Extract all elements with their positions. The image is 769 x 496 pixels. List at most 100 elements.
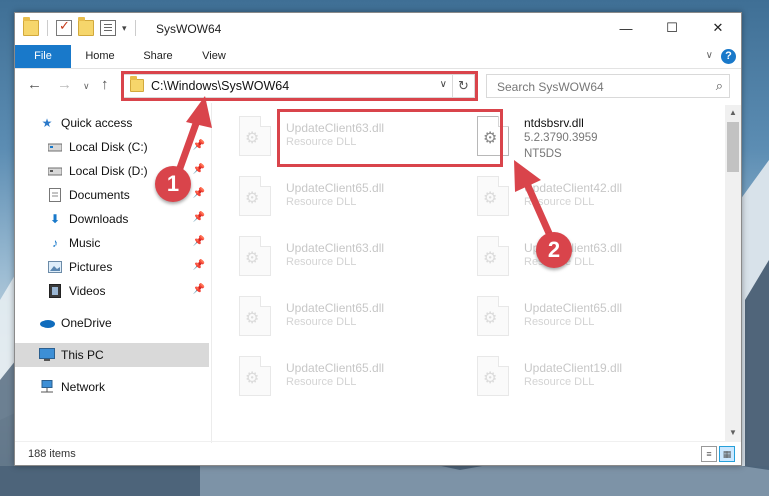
file-type: Resource DLL	[286, 196, 357, 208]
qat-divider	[47, 20, 48, 36]
quick-access-toolbar: ▾	[23, 17, 138, 36]
file-company: NT5DS	[524, 148, 562, 160]
sidebar-item-label: This PC	[61, 348, 104, 362]
drive-icon	[47, 139, 63, 155]
dll-file-icon: ⚙	[239, 176, 271, 216]
file-name: UpdateClient65.dll	[286, 181, 385, 195]
list-item[interactable]: ⚙ UpdateClient42.dll Resource DLL	[452, 171, 682, 221]
up-button[interactable]: ↑	[101, 76, 109, 93]
pin-icon[interactable]: 📌	[193, 236, 205, 247]
sidebar-item-label: Music	[69, 236, 101, 250]
tab-view[interactable]: View	[191, 45, 237, 68]
pin-icon[interactable]: 📌	[193, 284, 205, 295]
expand-ribbon-chevron-icon[interactable]: ∨	[706, 50, 713, 61]
file-type: Resource DLL	[524, 376, 595, 388]
tab-share[interactable]: Share	[135, 45, 181, 68]
pin-icon[interactable]: 📌	[193, 164, 205, 175]
pictures-icon	[47, 259, 63, 275]
item-count: 188 items	[28, 448, 76, 460]
file-version: 5.2.3790.3959	[524, 132, 598, 144]
close-button[interactable]: ✕	[695, 13, 741, 43]
file-type: Resource DLL	[524, 196, 595, 208]
dll-file-icon: ⚙	[477, 176, 509, 216]
minimize-button[interactable]: —	[603, 13, 649, 43]
vertical-scrollbar[interactable]: ▲ ▼	[725, 105, 741, 441]
tiles-view-icon[interactable]: ▦	[719, 446, 735, 462]
sidebar-item-local-disk-c[interactable]: Local Disk (C:) 📌	[15, 135, 209, 159]
tab-home[interactable]: Home	[77, 45, 123, 68]
search-input[interactable]: Search SysWOW64 ⌕	[486, 74, 730, 98]
file-highlight	[277, 109, 503, 167]
recent-locations-chevron-icon[interactable]: ∨	[83, 81, 90, 92]
sidebar-item-videos[interactable]: Videos 📌	[15, 279, 209, 303]
navigation-bar: ← → ∨ ↑ C:\Windows\SysWOW64 ∨ ↻ Search S…	[15, 70, 741, 102]
scroll-up-arrow-icon[interactable]: ▲	[725, 105, 741, 121]
properties-check-icon[interactable]	[56, 18, 72, 36]
sidebar-item-label: Documents	[69, 188, 130, 202]
callout-badge-1: 1	[155, 166, 191, 202]
address-bar-highlight	[121, 71, 478, 101]
sidebar-item-music[interactable]: ♪ Music 📌	[15, 231, 209, 255]
sidebar-item-label: Pictures	[69, 260, 113, 274]
customize-qat-chevron-icon[interactable]: ▾	[122, 23, 127, 34]
callout-badge-2: 2	[536, 232, 572, 268]
file-type: Resource DLL	[286, 376, 357, 388]
pin-icon[interactable]: 📌	[193, 260, 205, 271]
list-item[interactable]: ⚙ UpdateClient65.dll Resource DLL	[214, 351, 444, 401]
file-name: UpdateClient42.dll	[524, 181, 623, 195]
new-folder-icon[interactable]	[78, 17, 94, 36]
scrollbar-thumb[interactable]	[727, 122, 739, 172]
dll-file-icon: ⚙	[239, 116, 271, 156]
details-view-icon[interactable]: ≡	[701, 446, 717, 462]
file-name: UpdateClient65.dll	[524, 301, 623, 315]
properties-icon[interactable]	[100, 20, 116, 36]
file-name: UpdateClient65.dll	[286, 301, 385, 315]
maximize-button[interactable]: ☐	[649, 13, 695, 43]
title-bar: ▾ SysWOW64 — ☐ ✕	[15, 13, 741, 45]
sidebar-item-pictures[interactable]: Pictures 📌	[15, 255, 209, 279]
list-item[interactable]: ⚙ UpdateClient19.dll Resource DLL	[452, 351, 682, 401]
back-button[interactable]: ←	[27, 76, 42, 93]
file-type: Resource DLL	[286, 316, 357, 328]
dll-file-icon: ⚙	[239, 296, 271, 336]
file-name: ntdsbsrv.dll	[524, 116, 584, 130]
search-placeholder: Search SysWOW64	[497, 80, 604, 94]
list-item[interactable]: ⚙ UpdateClient65.dll Resource DLL	[452, 291, 682, 341]
pin-icon[interactable]: 📌	[193, 188, 205, 199]
sidebar-item-onedrive[interactable]: OneDrive	[15, 311, 209, 335]
window-title: SysWOW64	[156, 22, 222, 36]
ribbon-tabs: File Home Share View ∨ ?	[15, 45, 741, 69]
dll-file-icon: ⚙	[239, 236, 271, 276]
list-item[interactable]: ⚙ UpdateClient63.dll Resource DLL	[214, 231, 444, 281]
dll-file-icon: ⚙	[239, 356, 271, 396]
forward-button[interactable]: →	[57, 76, 72, 93]
list-item[interactable]: ⚙ UpdateClient65.dll Resource DLL	[214, 171, 444, 221]
dll-file-icon: ⚙	[477, 296, 509, 336]
help-icon[interactable]: ?	[721, 49, 736, 64]
pin-icon[interactable]: 📌	[193, 140, 205, 151]
sidebar-item-this-pc[interactable]: This PC	[15, 343, 209, 367]
documents-icon	[47, 187, 63, 203]
network-icon	[39, 379, 55, 395]
videos-icon	[47, 283, 63, 299]
file-name: UpdateClient65.dll	[286, 361, 385, 375]
folder-icon	[23, 17, 39, 36]
sidebar-item-network[interactable]: Network	[15, 375, 209, 399]
music-icon: ♪	[52, 236, 58, 250]
file-type: Resource DLL	[524, 316, 595, 328]
file-name: UpdateClient19.dll	[524, 361, 623, 375]
scroll-down-arrow-icon[interactable]: ▼	[725, 425, 741, 441]
file-type: Resource DLL	[286, 256, 357, 268]
view-toggle: ≡ ▦	[701, 446, 735, 462]
file-name: UpdateClient63.dll	[286, 241, 385, 255]
tab-file[interactable]: File	[15, 45, 71, 68]
sidebar-item-label: Quick access	[61, 116, 133, 130]
sidebar-item-downloads[interactable]: ⬇ Downloads 📌	[15, 207, 209, 231]
star-icon: ★	[41, 116, 53, 130]
list-item[interactable]: ⚙ UpdateClient65.dll Resource DLL	[214, 291, 444, 341]
window-controls: — ☐ ✕	[603, 13, 741, 43]
downloads-icon: ⬇	[49, 212, 61, 226]
pin-icon[interactable]: 📌	[193, 212, 205, 223]
sidebar-item-quick-access[interactable]: ★ Quick access	[15, 111, 209, 135]
drive-icon	[47, 163, 63, 179]
